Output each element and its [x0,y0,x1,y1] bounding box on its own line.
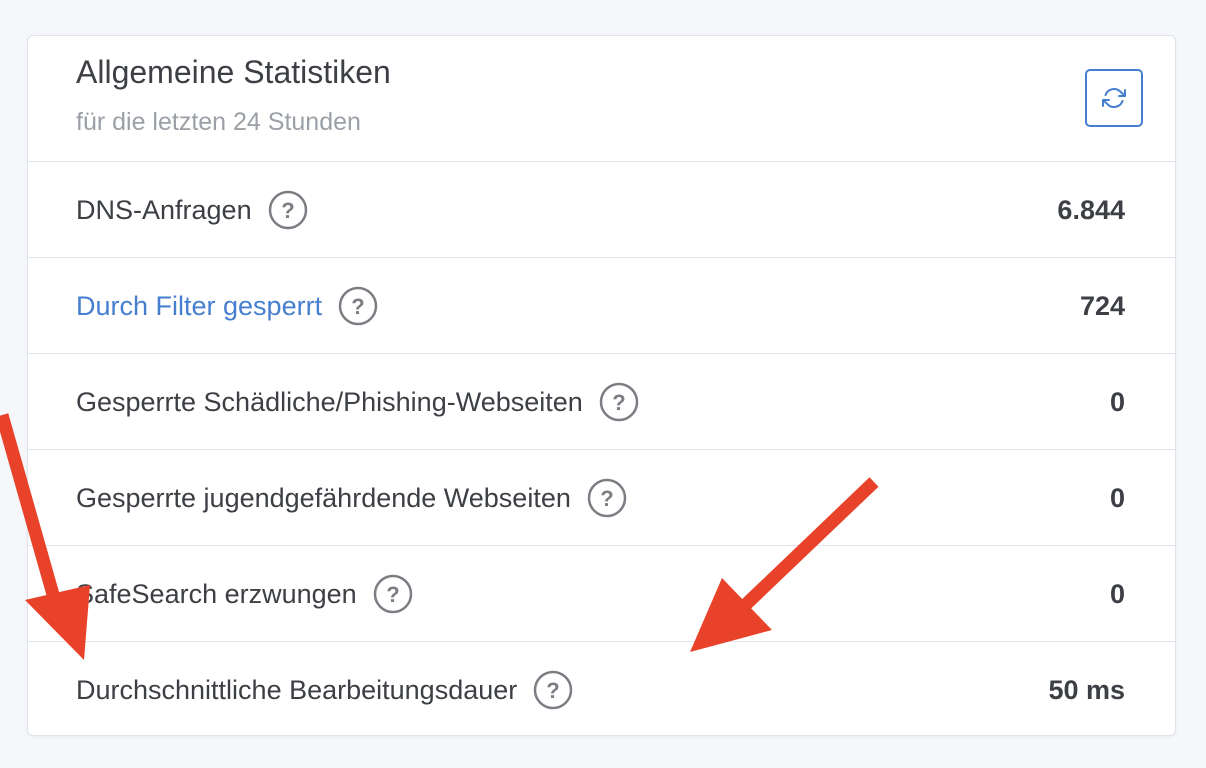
svg-text:?: ? [547,678,560,703]
stat-row-blocked-by-filters: Durch Filter gesperrt ? 724 [28,258,1175,354]
stat-value: 0 [1109,386,1125,417]
stat-label: Durchschnittliche Bearbeitungsdauer [76,674,518,705]
stat-row-average-processing-time: Durchschnittliche Bearbeitungsdauer ? 50… [28,642,1175,738]
svg-text:?: ? [600,486,613,511]
stat-row-safesearch-enforced: SafeSearch erzwungen ? 0 [28,546,1175,642]
question-circle-icon[interactable]: ? [533,670,573,710]
stat-label-link[interactable]: Durch Filter gesperrt [76,291,322,322]
stat-row-dns-queries: DNS-Anfragen ? 6.844 [28,162,1175,258]
question-circle-icon[interactable]: ? [587,478,627,518]
card-header: Allgemeine Statistiken für die letzten 2… [28,36,1175,162]
svg-text:?: ? [612,390,625,415]
stat-value: 724 [1079,290,1125,321]
general-statistics-card: Allgemeine Statistiken für die letzten 2… [27,35,1176,736]
svg-text:?: ? [386,582,399,607]
stat-label: Gesperrte jugendgefährdende Webseiten [76,482,571,513]
stat-label: DNS-Anfragen [76,194,252,225]
card-subtitle: für die letzten 24 Stunden [76,108,361,136]
svg-text:?: ? [281,198,294,223]
stat-label: SafeSearch erzwungen [76,578,357,609]
question-circle-icon[interactable]: ? [599,382,639,422]
card-title: Allgemeine Statistiken [76,54,391,90]
stat-label: Gesperrte Schädliche/Phishing-Webseiten [76,386,583,417]
question-circle-icon[interactable]: ? [338,286,378,326]
stat-value: 0 [1109,482,1125,513]
stat-row-blocked-adult-websites: Gesperrte jugendgefährdende Webseiten ? … [28,450,1175,546]
question-circle-icon[interactable]: ? [373,574,413,614]
stat-value: 0 [1109,578,1125,609]
refresh-icon [1102,88,1126,108]
svg-text:?: ? [351,294,364,319]
refresh-button[interactable] [1085,69,1143,127]
stat-row-blocked-malware-phishing: Gesperrte Schädliche/Phishing-Webseiten … [28,354,1175,450]
stat-value: 50 ms [1048,674,1125,705]
question-circle-icon[interactable]: ? [268,190,308,230]
stat-value: 6.844 [1057,194,1125,225]
